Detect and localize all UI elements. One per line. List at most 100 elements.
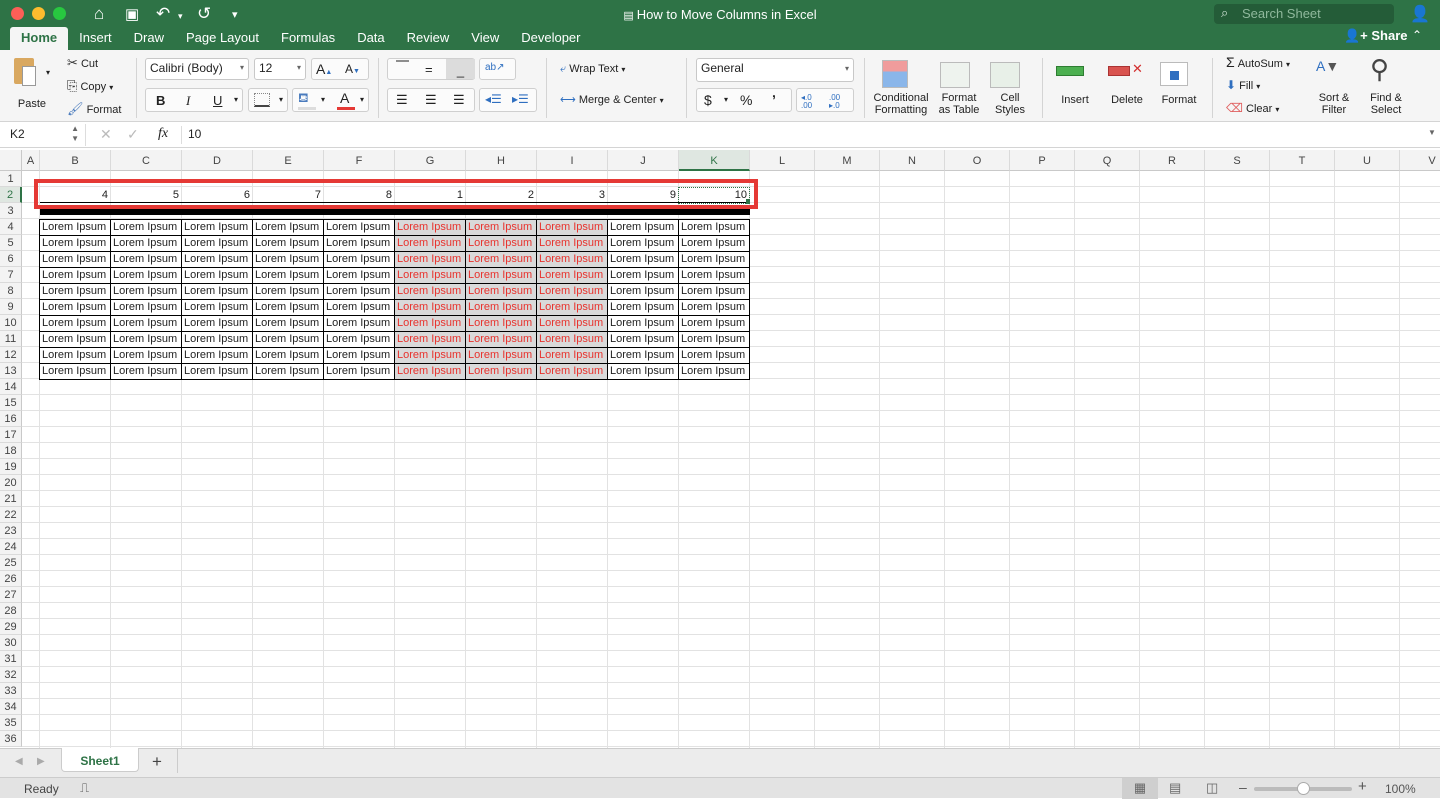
table-cell[interactable]: Lorem Ipsum [110,315,182,332]
table-cell[interactable]: Lorem Ipsum [252,315,324,332]
column-header-t[interactable]: T [1270,150,1335,171]
row-header-10[interactable]: 10 [0,315,22,331]
row-header-29[interactable]: 29 [0,619,22,635]
row-header-3[interactable]: 3 [0,203,22,219]
row-header-22[interactable]: 22 [0,507,22,523]
table-cell[interactable]: Lorem Ipsum [394,251,466,268]
table-cell[interactable]: Lorem Ipsum [536,283,608,300]
zoom-in-button[interactable]: + [1358,778,1367,795]
table-cell[interactable]: Lorem Ipsum [323,363,395,380]
font-name-select[interactable]: Calibri (Body) ▾ [145,58,249,80]
align-left-icon[interactable]: ☰ [396,92,408,108]
row-header-7[interactable]: 7 [0,267,22,283]
column-header-o[interactable]: O [945,150,1010,171]
table-cell[interactable]: Lorem Ipsum [39,331,111,348]
table-cell[interactable]: Lorem Ipsum [465,363,537,380]
table-cell[interactable]: Lorem Ipsum [39,283,111,300]
align-middle-icon[interactable]: = [425,62,433,77]
row-header-14[interactable]: 14 [0,379,22,395]
column-header-v[interactable]: V [1400,150,1440,171]
table-cell[interactable]: Lorem Ipsum [394,363,466,380]
table-cell[interactable]: Lorem Ipsum [394,267,466,284]
table-cell[interactable]: Lorem Ipsum [252,283,324,300]
table-cell[interactable]: Lorem Ipsum [536,347,608,364]
row-header-15[interactable]: 15 [0,395,22,411]
currency-dropdown-icon[interactable]: ▾ [724,95,728,104]
orientation-button[interactable]: ab↗ [479,58,516,80]
normal-view-button[interactable]: ▦ [1122,778,1158,799]
comma-button[interactable]: ʼ [772,92,776,108]
table-cell[interactable]: Lorem Ipsum [678,347,750,364]
table-cell[interactable]: Lorem Ipsum [394,219,466,236]
row-header-6[interactable]: 6 [0,251,22,267]
column-header-m[interactable]: M [815,150,880,171]
table-cell[interactable]: Lorem Ipsum [394,299,466,316]
row-header-28[interactable]: 28 [0,603,22,619]
table-cell[interactable]: Lorem Ipsum [465,251,537,268]
table-cell[interactable]: Lorem Ipsum [323,347,395,364]
column-header-d[interactable]: D [182,150,253,171]
row-header-12[interactable]: 12 [0,347,22,363]
table-cell[interactable]: Lorem Ipsum [465,331,537,348]
table-cell[interactable]: Lorem Ipsum [323,283,395,300]
table-cell[interactable]: Lorem Ipsum [678,267,750,284]
table-cell[interactable]: Lorem Ipsum [536,235,608,252]
share-button[interactable]: 👤+ Share [1344,28,1408,44]
scroll-sheets-left-icon[interactable]: ◀ [15,756,23,767]
table-cell[interactable]: Lorem Ipsum [536,331,608,348]
cell-styles-button[interactable]: Cell Styles [986,58,1034,118]
column-header-e[interactable]: E [253,150,324,171]
table-cell[interactable]: Lorem Ipsum [39,267,111,284]
table-cell[interactable]: Lorem Ipsum [110,251,182,268]
table-cell[interactable]: Lorem Ipsum [607,299,679,316]
table-cell[interactable]: Lorem Ipsum [181,219,253,236]
table-cell[interactable]: Lorem Ipsum [465,219,537,236]
row-header-31[interactable]: 31 [0,651,22,667]
table-cell[interactable]: Lorem Ipsum [252,219,324,236]
add-sheet-button[interactable]: + [152,752,162,772]
zoom-slider-thumb[interactable] [1297,782,1310,795]
table-cell[interactable]: Lorem Ipsum [607,331,679,348]
bold-button[interactable]: B [156,93,165,108]
table-cell[interactable]: Lorem Ipsum [110,347,182,364]
table-cell[interactable]: Lorem Ipsum [536,315,608,332]
table-cell[interactable]: Lorem Ipsum [607,251,679,268]
column-header-k[interactable]: K [679,150,750,171]
table-cell[interactable]: Lorem Ipsum [323,251,395,268]
table-cell[interactable]: Lorem Ipsum [678,299,750,316]
scroll-sheets-right-icon[interactable]: ▶ [37,756,45,767]
table-cell[interactable]: Lorem Ipsum [678,235,750,252]
format-as-table-button[interactable]: Format as Table [934,58,984,118]
row-header-18[interactable]: 18 [0,443,22,459]
table-cell[interactable]: Lorem Ipsum [110,235,182,252]
formula-input[interactable]: 10 [188,127,201,141]
table-cell[interactable]: Lorem Ipsum [323,299,395,316]
table-cell[interactable]: Lorem Ipsum [678,363,750,380]
tab-page-layout[interactable]: Page Layout [175,27,270,50]
decrease-font-size-icon[interactable]: A▼ [345,62,360,76]
table-cell[interactable]: Lorem Ipsum [536,219,608,236]
copy-button[interactable]: ⎘ Copy ▾ [67,78,113,94]
table-cell[interactable]: Lorem Ipsum [536,363,608,380]
row-header-16[interactable]: 16 [0,411,22,427]
table-cell[interactable]: Lorem Ipsum [465,235,537,252]
table-cell[interactable]: Lorem Ipsum [678,331,750,348]
column-header-r[interactable]: R [1140,150,1205,171]
table-cell[interactable]: Lorem Ipsum [252,363,324,380]
table-cell[interactable]: Lorem Ipsum [110,283,182,300]
table-cell[interactable]: Lorem Ipsum [607,219,679,236]
merge-center-button[interactable]: ⟷ Merge & Center ▾ [560,93,664,106]
increase-decimal-icon[interactable]: ◂.0.00 [801,94,823,110]
percent-button[interactable]: % [740,92,752,108]
table-cell[interactable]: Lorem Ipsum [323,331,395,348]
select-all-corner[interactable] [0,150,22,171]
insert-cells-button[interactable]: Insert [1052,58,1098,118]
column-header-l[interactable]: L [750,150,815,171]
table-cell[interactable]: Lorem Ipsum [181,299,253,316]
table-cell[interactable]: Lorem Ipsum [536,251,608,268]
table-cell[interactable]: Lorem Ipsum [465,299,537,316]
table-cell[interactable]: Lorem Ipsum [607,283,679,300]
spreadsheet-grid[interactable]: A B C D E F G H I J K L M N O P Q R S T U V 1 2 3 4 5 6 7 8 9 10 11 12 13 1… [0,150,1440,748]
table-cell[interactable]: Lorem Ipsum [181,235,253,252]
row-header-19[interactable]: 19 [0,459,22,475]
